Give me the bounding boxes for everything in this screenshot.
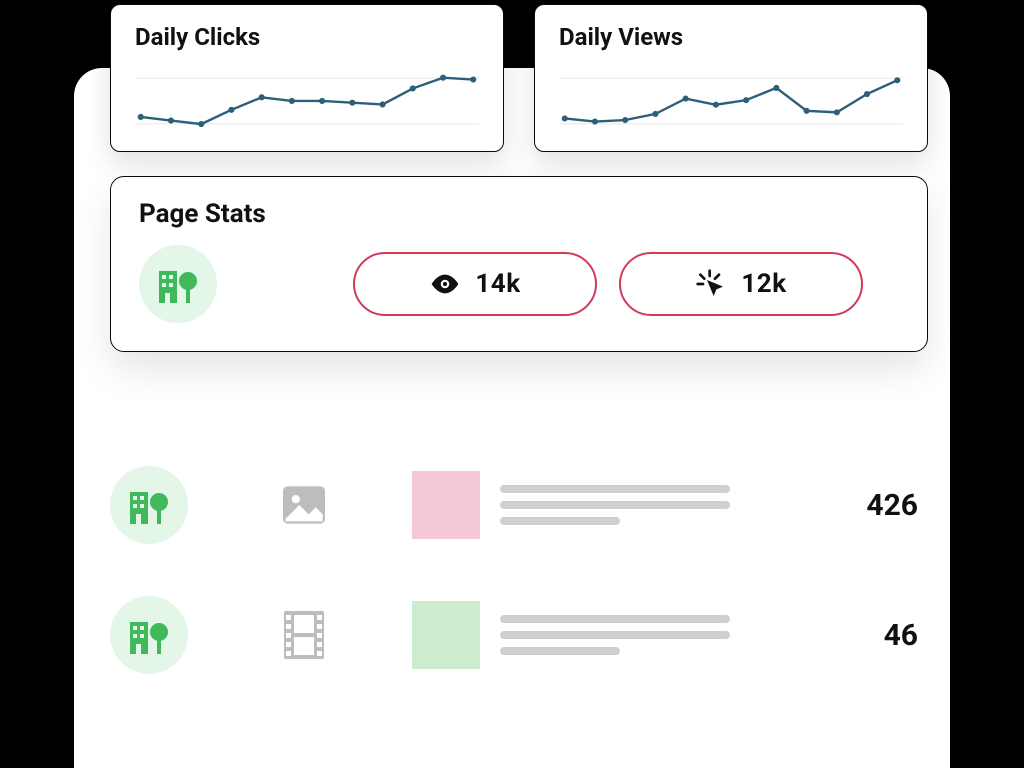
daily-clicks-card[interactable]: Daily Clicks bbox=[110, 4, 504, 152]
building-tree-icon bbox=[126, 612, 172, 658]
views-pill[interactable]: 14k bbox=[353, 252, 597, 316]
video-icon bbox=[274, 605, 334, 665]
list-item[interactable]: 426 bbox=[110, 440, 928, 570]
content-list: 426 bbox=[110, 440, 928, 700]
text-placeholder bbox=[500, 607, 730, 663]
daily-views-chart bbox=[559, 59, 903, 139]
item-count: 426 bbox=[866, 488, 928, 523]
color-swatch bbox=[412, 471, 480, 539]
page-stats-card: Page Stats 14k bbox=[110, 176, 928, 352]
daily-clicks-chart bbox=[135, 59, 479, 139]
daily-clicks-title: Daily Clicks bbox=[135, 23, 479, 51]
daily-views-card[interactable]: Daily Views bbox=[534, 4, 928, 152]
list-avatar bbox=[110, 596, 188, 674]
top-charts-row: Daily Clicks Daily Views bbox=[110, 4, 928, 152]
list-avatar bbox=[110, 466, 188, 544]
page-avatar bbox=[139, 245, 217, 323]
image-icon bbox=[274, 475, 334, 535]
text-placeholder bbox=[500, 477, 730, 533]
eye-icon bbox=[429, 268, 461, 300]
list-item[interactable]: 46 bbox=[110, 570, 928, 700]
clicks-value: 12k bbox=[741, 269, 786, 299]
page-stats-title: Page Stats bbox=[139, 199, 899, 229]
views-value: 14k bbox=[475, 269, 520, 299]
building-tree-icon bbox=[155, 261, 201, 307]
building-tree-icon bbox=[126, 482, 172, 528]
clicks-pill[interactable]: 12k bbox=[619, 252, 863, 316]
cursor-click-icon bbox=[695, 268, 727, 300]
item-count: 46 bbox=[884, 618, 928, 653]
daily-views-title: Daily Views bbox=[559, 23, 903, 51]
color-swatch bbox=[412, 601, 480, 669]
